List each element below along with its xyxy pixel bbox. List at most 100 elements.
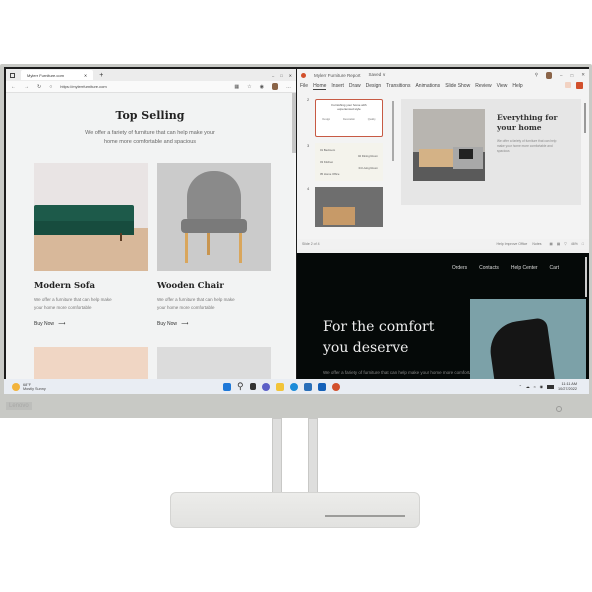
minimize-button[interactable]: – [272,73,274,78]
brand-logo: Lenovo [6,402,32,410]
furniture-website: Orders Contacts Help Center Cart For the… [297,253,589,379]
task-view-icon[interactable] [249,383,256,390]
hero-heading: For the comfort you deserve [323,317,434,359]
store-icon[interactable] [303,382,312,391]
slide-heading: Everything for your home [497,113,558,132]
notes-button[interactable]: Notes [532,242,541,246]
refresh-button[interactable]: ↻ [37,84,41,90]
back-button[interactable]: ← [11,84,16,90]
screen: Mylerr Furniture.com ✕ + – □ ✕ ← → ↻ ○ h… [4,67,589,394]
saved-status[interactable]: Saved ∨ [369,72,386,78]
thumb-number: 4 [307,186,310,191]
minimize-button[interactable]: – [560,73,563,78]
weather-widget[interactable]: 68°F Mostly Sunny [12,382,46,391]
thumb-number: 3 [307,143,310,148]
wifi-icon[interactable]: ≈ [534,385,536,389]
profile-avatar[interactable] [545,71,552,79]
slide-thumbnail[interactable] [315,187,383,227]
slide-counter: Slide 2 of 4 [302,242,320,246]
battery-icon[interactable] [546,384,554,389]
search-icon[interactable]: ⚲ [237,381,244,392]
weather-desc: Mostly Sunny [23,386,46,391]
thumbnail-scrollbar[interactable] [392,101,394,161]
slide-thumbnail-selected[interactable]: Furnishing your home with experienced st… [315,99,383,137]
new-tab-button[interactable]: + [99,72,103,79]
slide-canvas[interactable]: Everything for your home We offer a fari… [401,99,581,205]
buy-now-label: Buy Now [34,321,55,327]
nav-contacts[interactable]: Contacts [479,265,499,271]
ribbon-tab-slide-show[interactable]: Slide Show [445,83,470,89]
stand-base [170,492,420,528]
volume-icon[interactable]: ◉ [540,384,543,389]
arrow-right-icon: ⟶ [181,321,189,327]
forward-button[interactable]: → [24,84,29,90]
nav-help-center[interactable]: Help Center [511,265,538,271]
clock[interactable]: 11:11 AM 10/27/2022 [558,382,577,392]
fit-slide-icon[interactable]: □ [582,242,584,246]
maximize-button[interactable]: □ [571,73,574,78]
ribbon-tab-insert[interactable]: Insert [331,83,344,89]
tab-actions-icon[interactable] [10,72,15,78]
ribbon-tab-home[interactable]: Home [313,83,327,90]
desc-line: We offer a furniture that can help make [157,297,235,302]
close-button[interactable]: ✕ [289,73,292,78]
buy-now-link[interactable]: Buy Now ⟶ [157,321,271,327]
file-explorer-icon[interactable] [275,382,284,391]
zoom-level[interactable]: 46% [571,242,578,246]
tab-close-icon[interactable]: ✕ [84,73,87,78]
product-image-peach [34,347,148,379]
scrollbar[interactable] [292,93,296,153]
help-improve-link[interactable]: Help Improve Office [497,242,528,246]
slide-thumbnail[interactable]: 01 Bedroom 02 Dining Room 03 Kitchen 04 … [315,143,383,181]
profile-avatar[interactable] [272,83,278,90]
ribbon-tab-help[interactable]: Help [512,83,522,89]
ribbon-tab-draw[interactable]: Draw [349,83,361,89]
ribbon-tab-transitions[interactable]: Transitions [386,83,410,89]
powerpoint-taskbar-icon[interactable] [331,382,340,391]
share-button[interactable] [576,82,583,89]
sorter-view-icon[interactable]: ▩ [557,242,560,246]
ribbon-tab-design[interactable]: Design [366,83,382,89]
product-title: Modern Sofa [34,281,96,291]
site-scrollbar[interactable] [585,257,587,297]
desc-line: your home more comfortable [157,305,215,310]
url-input[interactable]: https://mylerrfurniture.com [60,84,226,89]
collections-icon[interactable]: ◉ [260,84,264,90]
desc-line: your home more comfortable [34,305,92,310]
extensions-icon[interactable]: ▦ [234,84,239,90]
chevron-up-icon[interactable]: ⌃ [519,384,522,389]
comments-button[interactable] [565,82,571,88]
onedrive-icon[interactable]: ☁ [526,384,530,389]
ribbon-tab-file[interactable]: File [300,83,308,89]
status-bar: Slide 2 of 4 Help Improve Office Notes ▦… [297,239,589,249]
favorites-icon[interactable]: ☆ [247,84,251,90]
start-icon[interactable] [223,382,231,391]
power-button[interactable] [556,406,562,412]
browser-tab[interactable]: Mylerr Furniture.com ✕ [21,70,94,80]
thumb-item: Decoration [342,118,356,121]
maximize-button[interactable]: □ [280,73,282,78]
ribbon-tab-review[interactable]: Review [475,83,491,89]
buy-now-label: Buy Now [157,321,178,327]
nav-orders[interactable]: Orders [452,265,467,271]
outlook-icon[interactable] [317,382,326,391]
thumb-item: 05 Home Office [320,172,340,176]
ribbon-tab-animations[interactable]: Animations [415,83,440,89]
normal-view-icon[interactable]: ▦ [550,242,553,246]
reading-view-icon[interactable]: ▽ [564,242,567,246]
close-button[interactable]: ✕ [581,72,585,78]
product-desc: We offer a furniture that can help make … [157,296,271,312]
edge-icon[interactable] [289,382,298,391]
more-menu-button[interactable]: … [286,84,291,90]
chat-icon[interactable] [261,382,270,391]
buy-now-link[interactable]: Buy Now ⟶ [34,321,148,327]
document-title: Mylerr Furniture Report [314,72,361,78]
web-page: Top Selling We offer a fariety of furnit… [6,93,294,379]
ribbon-tab-view[interactable]: View [497,83,508,89]
product-card: Modern Sofa We offer a furniture that ca… [34,163,148,327]
search-icon[interactable]: ⚲ [535,72,538,78]
product-card: Wooden Chair We offer a furniture that c… [157,163,271,327]
slide-scrollbar[interactable] [584,103,586,133]
nav-cart[interactable]: Cart [550,265,559,271]
powerpoint-icon [301,72,306,78]
